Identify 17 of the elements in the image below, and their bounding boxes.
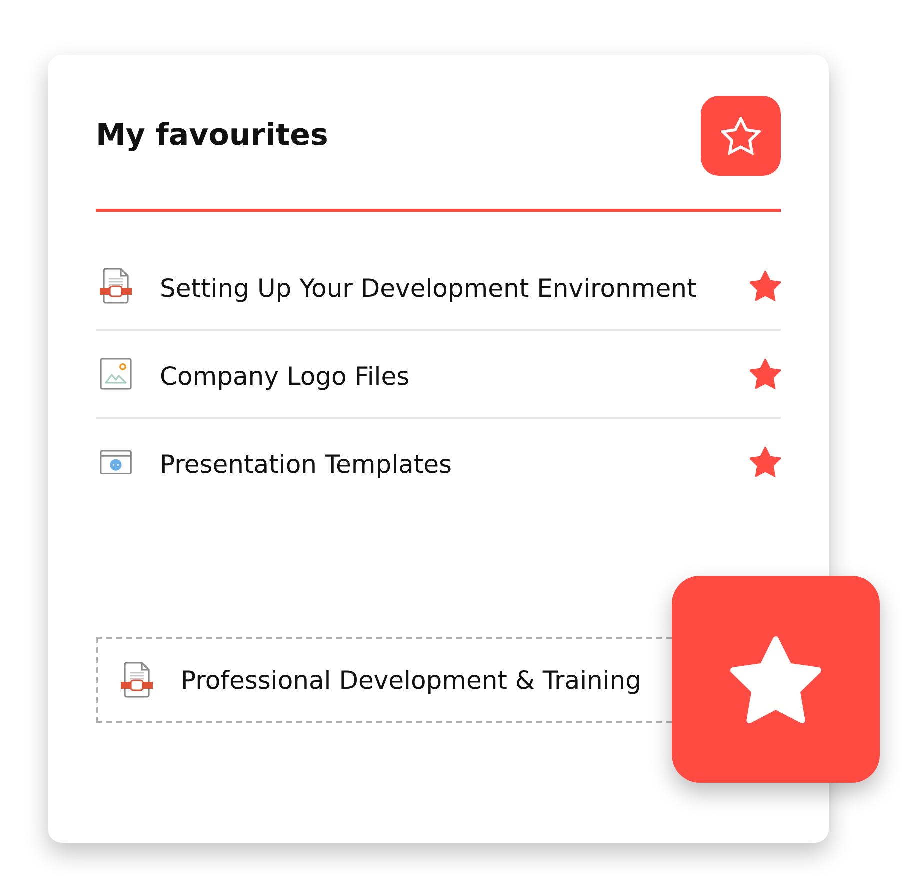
- item-title[interactable]: Company Logo Files: [160, 358, 410, 390]
- star-icon[interactable]: [750, 447, 781, 477]
- star-icon[interactable]: [750, 271, 781, 301]
- star-icon: [721, 117, 761, 155]
- favourites-button[interactable]: [701, 96, 781, 176]
- drop-zone[interactable]: Professional Development & Training: [96, 637, 672, 723]
- item-title[interactable]: Presentation Templates: [160, 446, 452, 478]
- card-title: My favourites: [96, 118, 328, 154]
- document-icon: [121, 662, 153, 698]
- star-icon[interactable]: [750, 359, 781, 389]
- drag-tile[interactable]: [672, 576, 880, 783]
- dragged-item-title: Professional Development & Training: [181, 666, 642, 694]
- presentation-icon: [100, 450, 132, 474]
- item-title[interactable]: Setting Up Your Development Environment: [160, 270, 697, 302]
- document-icon: [100, 268, 132, 304]
- star-icon: [730, 636, 822, 724]
- image-icon: [100, 358, 132, 390]
